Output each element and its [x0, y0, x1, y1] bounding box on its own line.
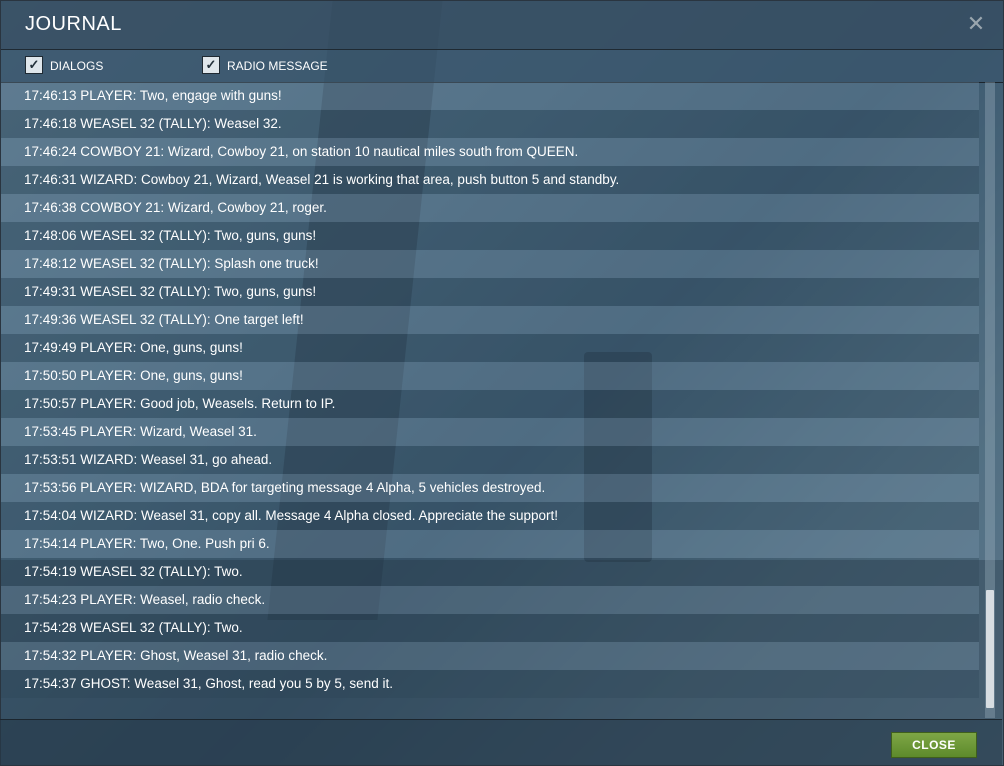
- message-log: 17:46:13 PLAYER: Two, engage with guns! 1…: [1, 82, 981, 718]
- list-item: 17:46:18 WEASEL 32 (TALLY): Weasel 32.: [1, 110, 979, 138]
- scrollbar-thumb[interactable]: [986, 590, 994, 708]
- window-title: JOURNAL: [25, 13, 122, 35]
- list-item: 17:53:56 PLAYER: WIZARD, BDA for targeti…: [1, 474, 979, 502]
- list-item: 17:48:12 WEASEL 32 (TALLY): Splash one t…: [1, 250, 979, 278]
- list-item: 17:46:38 COWBOY 21: Wizard, Cowboy 21, r…: [1, 194, 979, 222]
- radio-message-label: RADIO MESSAGE: [227, 59, 328, 73]
- list-item: 17:54:04 WIZARD: Weasel 31, copy all. Me…: [1, 502, 979, 530]
- list-item: 17:49:49 PLAYER: One, guns, guns!: [1, 334, 979, 362]
- list-item: 17:50:50 PLAYER: One, guns, guns!: [1, 362, 979, 390]
- list-item: 17:53:51 WIZARD: Weasel 31, go ahead.: [1, 446, 979, 474]
- list-item: 17:48:06 WEASEL 32 (TALLY): Two, guns, g…: [1, 222, 979, 250]
- radio-message-checkbox[interactable]: ✓: [202, 56, 220, 74]
- list-item: 17:49:31 WEASEL 32 (TALLY): Two, guns, g…: [1, 278, 979, 306]
- list-item: 17:49:36 WEASEL 32 (TALLY): One target l…: [1, 306, 979, 334]
- close-button[interactable]: CLOSE: [891, 732, 977, 758]
- list-item: 17:46:13 PLAYER: Two, engage with guns!: [1, 82, 979, 110]
- list-item: 17:46:24 COWBOY 21: Wizard, Cowboy 21, o…: [1, 138, 979, 166]
- list-item: 17:54:32 PLAYER: Ghost, Weasel 31, radio…: [1, 642, 979, 670]
- close-icon[interactable]: ✕: [965, 13, 987, 35]
- list-item: 17:54:23 PLAYER: Weasel, radio check.: [1, 586, 979, 614]
- list-item: 17:46:31 WIZARD: Cowboy 21, Wizard, Weas…: [1, 166, 979, 194]
- title-bar: JOURNAL ✕: [1, 1, 1003, 50]
- dialogs-label: DIALOGS: [50, 59, 104, 73]
- list-item: 17:54:19 WEASEL 32 (TALLY): Two.: [1, 558, 979, 586]
- dialogs-checkbox[interactable]: ✓: [25, 56, 43, 74]
- filter-bar: ✓ DIALOGS ✓ RADIO MESSAGE: [1, 50, 1003, 83]
- list-item: 17:50:57 PLAYER: Good job, Weasels. Retu…: [1, 390, 979, 418]
- list-item: 17:53:45 PLAYER: Wizard, Weasel 31.: [1, 418, 979, 446]
- list-item: 17:54:28 WEASEL 32 (TALLY): Two.: [1, 614, 979, 642]
- list-item: 17:54:37 GHOST: Weasel 31, Ghost, read y…: [1, 670, 979, 698]
- list-item: 17:54:14 PLAYER: Two, One. Push pri 6.: [1, 530, 979, 558]
- footer-bar: [0, 719, 1002, 765]
